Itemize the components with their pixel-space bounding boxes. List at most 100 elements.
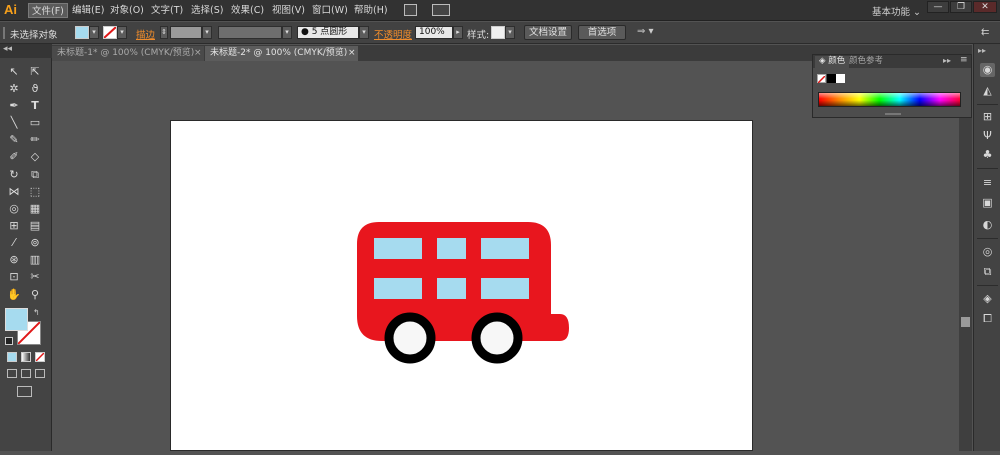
brush-dropdown[interactable]: ▾: [359, 26, 369, 39]
bridge-icon[interactable]: [404, 4, 417, 16]
default-fill-stroke-icon[interactable]: [5, 337, 13, 345]
screen-mode-icon[interactable]: [17, 386, 32, 397]
stroke-weight-dropdown[interactable]: ▾: [202, 26, 212, 39]
brushes-icon[interactable]: Ψ: [980, 129, 995, 143]
hand-tool-icon[interactable]: ✋: [6, 287, 22, 303]
restore-button[interactable]: ❐: [950, 1, 972, 13]
appearance-panel-icon[interactable]: ◎: [980, 245, 995, 259]
brush-definition-field[interactable]: ● 5 点圆形: [297, 26, 359, 39]
blend-tool-icon[interactable]: ⊚: [27, 235, 43, 251]
scale-tool-icon[interactable]: ⧉: [27, 167, 43, 183]
rotate-tool-icon[interactable]: ↻: [6, 167, 22, 183]
pen-tool-icon[interactable]: ✒: [6, 98, 22, 114]
menu-object[interactable]: 对象(O): [107, 3, 147, 18]
blob-brush-tool-icon[interactable]: ✐: [6, 149, 22, 165]
minimize-button[interactable]: —: [927, 1, 949, 13]
collapse-icon[interactable]: ◂◂: [3, 44, 12, 54]
stroke-dropdown-arrow[interactable]: ▾: [117, 26, 127, 39]
document-setup-button[interactable]: 文档设置: [524, 25, 572, 40]
tab-color-guide[interactable]: 颜色参考: [845, 56, 887, 68]
symbols-icon[interactable]: ♣: [980, 148, 995, 162]
none-mode-icon[interactable]: [35, 352, 45, 362]
fill-dropdown-arrow[interactable]: ▾: [89, 26, 99, 39]
close-tab-icon[interactable]: ×: [194, 46, 202, 60]
scrollbar-thumb[interactable]: [961, 317, 970, 327]
menu-window[interactable]: 窗口(W): [309, 3, 351, 18]
menu-effect[interactable]: 效果(C): [228, 3, 267, 18]
shape-builder-tool-icon[interactable]: ◎: [6, 201, 22, 217]
gradient-tool-icon[interactable]: ▤: [27, 218, 43, 234]
opacity-dropdown[interactable]: ▸: [453, 26, 463, 39]
panel-menu-icon[interactable]: ≡: [960, 55, 968, 65]
column-graph-tool-icon[interactable]: ▥: [27, 252, 43, 268]
color-panel-icon[interactable]: ◉: [980, 63, 995, 77]
color-spectrum[interactable]: [818, 92, 961, 107]
control-menu-icon[interactable]: ⇇: [981, 27, 989, 38]
bus-artwork[interactable]: [171, 121, 754, 452]
profile-dropdown[interactable]: ▾: [282, 26, 292, 39]
vertical-scrollbar[interactable]: [959, 61, 972, 451]
menu-view[interactable]: 视图(V): [269, 3, 308, 18]
close-window-button[interactable]: ✕: [973, 1, 997, 13]
color-mode-icon[interactable]: [7, 352, 17, 362]
graphic-style-swatch[interactable]: [491, 26, 505, 39]
stroke-weight-field[interactable]: [170, 26, 202, 39]
stroke-label[interactable]: 描边: [136, 27, 155, 41]
artboard[interactable]: [170, 120, 753, 451]
panel-resize-grip[interactable]: [885, 113, 901, 115]
transparency-panel-icon[interactable]: ◐: [980, 218, 995, 232]
zoom-tool-icon[interactable]: ⚲: [27, 287, 43, 303]
swap-fill-stroke-icon[interactable]: ↰: [33, 308, 40, 317]
artboards-panel-icon[interactable]: ⧠: [980, 312, 995, 326]
tools-panel-header[interactable]: ◂◂: [0, 44, 52, 58]
dock-expand-icon[interactable]: ▸▸: [978, 46, 986, 55]
tab-document-2[interactable]: 未标题-2* @ 100% (CMYK/预览) ×: [205, 46, 358, 61]
stroke-weight-stepper[interactable]: ⇕: [160, 26, 168, 39]
opacity-label[interactable]: 不透明度: [374, 27, 412, 41]
variable-width-profile[interactable]: [218, 26, 282, 39]
workspace-switcher[interactable]: 基本功能 ⌄: [872, 4, 921, 18]
selection-tool-icon[interactable]: ↖: [6, 64, 22, 80]
opacity-field[interactable]: 100%: [415, 26, 453, 39]
fill-color-box[interactable]: [5, 308, 28, 331]
magic-wand-tool-icon[interactable]: ✲: [6, 81, 22, 97]
free-transform-tool-icon[interactable]: ⬚: [27, 184, 43, 200]
eyedropper-tool-icon[interactable]: ⁄: [6, 235, 22, 251]
color-guide-icon[interactable]: ◭: [980, 84, 995, 98]
paintbrush-tool-icon[interactable]: ✎: [6, 132, 22, 148]
draw-inside-icon[interactable]: [35, 369, 45, 378]
align-options-icon[interactable]: ⇒ ▾: [637, 26, 654, 37]
lasso-tool-icon[interactable]: ϑ: [27, 81, 43, 97]
stroke-swatch[interactable]: [103, 26, 117, 39]
direct-selection-tool-icon[interactable]: ⇱: [27, 64, 43, 80]
panel-collapse-icon[interactable]: ▸▸: [943, 56, 951, 65]
graphic-style-dropdown[interactable]: ▾: [505, 26, 515, 39]
menu-help[interactable]: 帮助(H): [351, 3, 391, 18]
rectangle-tool-icon[interactable]: ▭: [27, 115, 43, 131]
draw-behind-icon[interactable]: [21, 369, 31, 378]
swatches-icon[interactable]: ⊞: [980, 110, 995, 124]
slice-tool-icon[interactable]: ✂: [27, 269, 43, 285]
layers-panel-icon[interactable]: ◈: [980, 292, 995, 306]
stroke-panel-icon[interactable]: ≡: [980, 176, 995, 190]
menu-select[interactable]: 选择(S): [188, 3, 226, 18]
pencil-tool-icon[interactable]: ✏: [27, 132, 43, 148]
menu-edit[interactable]: 编辑(E): [69, 3, 107, 18]
gradient-mode-icon[interactable]: [21, 352, 31, 362]
gradient-panel-icon[interactable]: ▣: [980, 196, 995, 210]
perspective-grid-tool-icon[interactable]: ▦: [27, 201, 43, 217]
tab-document-1[interactable]: 未标题-1* @ 100% (CMYK/预览) ×: [52, 46, 204, 61]
graphic-styles-icon[interactable]: ⧉: [980, 265, 995, 279]
close-tab-icon[interactable]: ×: [348, 46, 356, 60]
draw-normal-icon[interactable]: [7, 369, 17, 378]
eraser-tool-icon[interactable]: ◇: [27, 149, 43, 165]
black-swatch[interactable]: [827, 74, 836, 83]
menu-file[interactable]: 文件(F): [28, 3, 68, 18]
mesh-tool-icon[interactable]: ⊞: [6, 218, 22, 234]
line-tool-icon[interactable]: ╲: [6, 115, 22, 131]
arrange-documents-icon[interactable]: [432, 4, 450, 16]
width-tool-icon[interactable]: ⋈: [6, 184, 22, 200]
artboard-tool-icon[interactable]: ⊡: [6, 269, 22, 285]
preferences-button[interactable]: 首选项: [578, 25, 626, 40]
white-swatch[interactable]: [836, 74, 845, 83]
